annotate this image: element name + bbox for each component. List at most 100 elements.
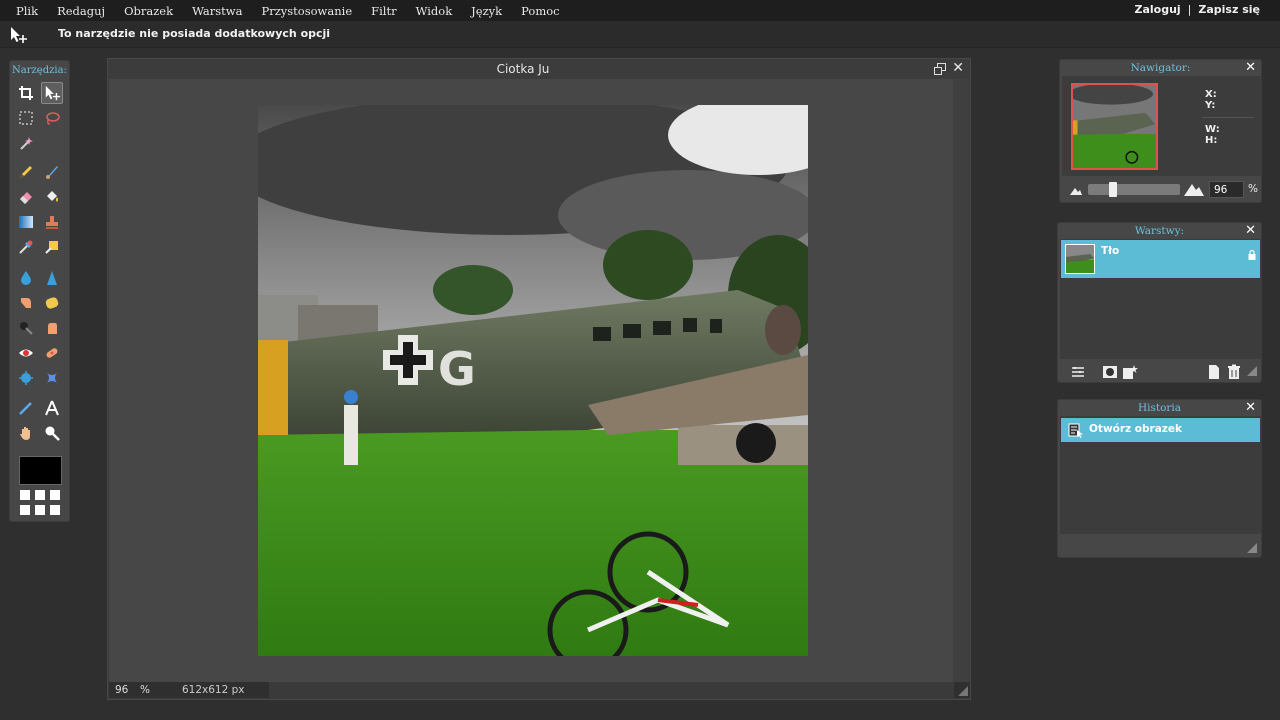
bloat-tool[interactable] <box>15 367 37 389</box>
burn-tool[interactable] <box>41 317 63 339</box>
vertical-scrollbar[interactable] <box>953 79 969 683</box>
canvas-area[interactable]: G <box>109 79 954 683</box>
zoom-unit: % <box>1248 183 1258 195</box>
clone-stamp-tool[interactable] <box>41 211 63 233</box>
close-document-icon[interactable]: ✕ <box>952 60 964 76</box>
dodge-tool[interactable] <box>15 317 37 339</box>
pattern-cell <box>50 504 60 515</box>
dodge-icon <box>20 322 33 335</box>
gradient-tool[interactable] <box>15 211 37 233</box>
restore-window-icon[interactable] <box>934 63 946 75</box>
resize-grip-icon[interactable] <box>1247 543 1257 553</box>
sponge-tool[interactable] <box>41 292 63 314</box>
document-titlebar[interactable]: Ciotka Ju ✕ <box>108 59 970 79</box>
pencil-icon <box>20 166 32 178</box>
sharpen-icon <box>47 271 57 285</box>
paint-bucket-tool[interactable] <box>41 186 63 208</box>
menu-adjustments[interactable]: Przystosowanie <box>251 0 361 21</box>
menu-filter[interactable]: Filtr <box>361 0 405 21</box>
layer-row-background[interactable]: Tło <box>1061 240 1260 278</box>
history-list: Otwórz obrazek <box>1060 416 1261 534</box>
layer-styles-icon[interactable] <box>1122 364 1138 380</box>
bloat-icon <box>19 371 33 385</box>
history-item-label: Otwórz obrazek <box>1089 423 1183 435</box>
menu-view[interactable]: Widok <box>406 0 462 21</box>
spot-heal-tool[interactable] <box>41 342 63 364</box>
horizontal-scrollbar[interactable] <box>269 682 954 698</box>
close-navigator-icon[interactable]: ✕ <box>1245 60 1256 75</box>
pinch-icon <box>47 373 57 383</box>
draw-tool[interactable] <box>15 397 37 419</box>
gradient-icon <box>19 216 33 228</box>
menu-file[interactable]: Plik <box>6 0 47 21</box>
zoom-tool[interactable] <box>41 422 63 444</box>
document-window: Ciotka Ju ✕ G 96 % 612x612 px <box>107 58 971 700</box>
layer-settings-icon[interactable] <box>1070 364 1086 380</box>
resize-grip-icon[interactable] <box>1247 366 1257 376</box>
resize-grip-icon[interactable] <box>958 686 968 696</box>
zoom-in-mountain-icon[interactable] <box>1184 182 1204 196</box>
replace-color-tool[interactable] <box>41 236 63 258</box>
menu-edit[interactable]: Redaguj <box>47 0 114 21</box>
magic-wand-tool[interactable] <box>15 132 37 154</box>
stamp-icon <box>46 216 58 229</box>
finger-icon <box>21 298 31 308</box>
close-history-icon[interactable]: ✕ <box>1245 400 1256 415</box>
tool-options-bar: To narzędzie nie posiada dodatkowych opc… <box>0 21 1280 48</box>
menu-image[interactable]: Obrazek <box>114 0 182 21</box>
lasso-tool[interactable] <box>41 107 63 129</box>
menu-help[interactable]: Pomoc <box>511 0 568 21</box>
red-eye-tool[interactable] <box>15 342 37 364</box>
eraser-tool[interactable] <box>15 186 37 208</box>
crop-tool[interactable] <box>15 82 37 104</box>
login-link[interactable]: Zaloguj <box>1134 3 1180 16</box>
brush-tool[interactable] <box>41 161 63 183</box>
type-tool[interactable] <box>41 397 63 419</box>
sponge-icon <box>45 297 59 309</box>
blur-tool[interactable] <box>15 267 37 289</box>
navigator-panel: Nawigator: ✕ X: Y: W: H: % <box>1059 59 1262 203</box>
hand-icon <box>20 427 30 440</box>
color-picker-tool[interactable] <box>15 236 37 258</box>
text-icon <box>45 400 59 416</box>
document-image[interactable]: G <box>258 105 808 656</box>
zoom-input[interactable] <box>1209 181 1244 198</box>
menu-layer[interactable]: Warstwa <box>182 0 251 21</box>
history-item[interactable]: Otwórz obrazek <box>1061 418 1260 442</box>
hand-tool[interactable] <box>15 422 37 444</box>
trash-icon[interactable] <box>1226 364 1242 380</box>
sharpen-tool[interactable] <box>41 267 63 289</box>
zoom-out-mountain-icon[interactable] <box>1070 185 1082 195</box>
foreground-color-swatch[interactable] <box>19 456 62 485</box>
layer-mask-icon[interactable] <box>1102 364 1118 380</box>
move-icon <box>45 85 60 101</box>
status-zoom-unit: % <box>140 684 150 696</box>
zoom-slider-handle[interactable] <box>1109 182 1117 197</box>
status-image-size: 612x612 px <box>182 684 245 696</box>
pattern-swatches[interactable] <box>20 490 62 516</box>
layer-thumbnail-image <box>1066 245 1094 273</box>
navigator-thumbnail[interactable] <box>1071 83 1158 170</box>
signup-link[interactable]: Zapisz się <box>1198 3 1260 16</box>
navigator-body: X: Y: W: H: <box>1062 76 1261 176</box>
pattern-cell <box>50 490 60 500</box>
zoom-slider-track[interactable] <box>1088 184 1180 195</box>
account-separator: | <box>1187 3 1192 16</box>
document-status-bar: 96 % 612x612 px <box>109 682 970 698</box>
account-links: Zaloguj | Zapisz się <box>1134 3 1260 16</box>
pencil-tool[interactable] <box>15 161 37 183</box>
pinch-tool[interactable] <box>41 367 63 389</box>
menu-language[interactable]: Język <box>461 0 511 21</box>
smudge-tool[interactable] <box>15 292 37 314</box>
close-layers-icon[interactable]: ✕ <box>1245 223 1256 238</box>
navigator-title: Nawigator: <box>1130 62 1191 74</box>
new-layer-icon[interactable] <box>1206 364 1222 380</box>
navigator-y-label: Y: <box>1205 100 1216 111</box>
navigator-divider <box>1202 117 1254 118</box>
move-tool[interactable] <box>41 82 63 104</box>
navigator-h-label: H: <box>1205 135 1218 146</box>
pattern-cell <box>20 490 30 500</box>
bandage-icon <box>46 348 58 358</box>
marquee-tool[interactable] <box>15 107 37 129</box>
lock-icon <box>1248 250 1256 260</box>
